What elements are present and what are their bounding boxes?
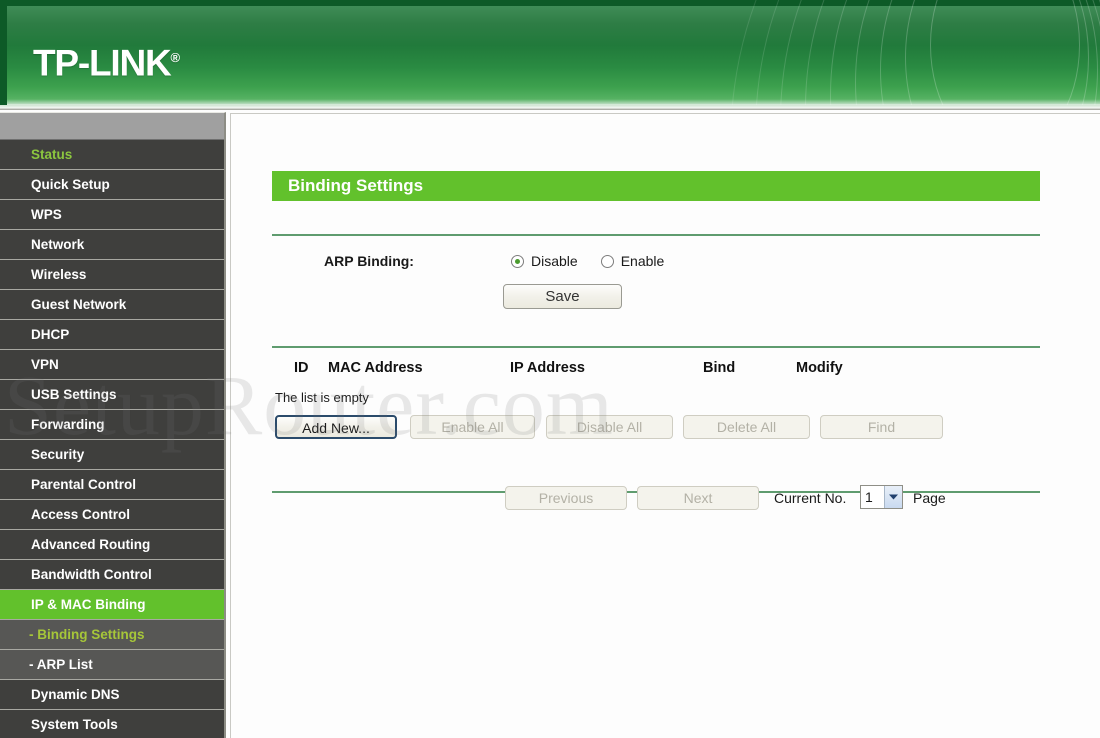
- column-header-mac: MAC Address: [328, 360, 423, 376]
- find-button[interactable]: Find: [820, 415, 943, 439]
- column-header-id: ID: [294, 360, 309, 376]
- current-page-label: Current No.: [774, 490, 847, 506]
- sidebar-item-ip-mac-binding[interactable]: IP & MAC Binding: [0, 590, 224, 620]
- sidebar-item-bandwidth-control[interactable]: Bandwidth Control: [0, 560, 224, 590]
- column-header-modify: Modify: [796, 360, 843, 376]
- column-header-ip: IP Address: [510, 360, 585, 376]
- page-number-value: 1: [865, 489, 873, 505]
- radio-enable-label: Enable: [620, 253, 665, 269]
- add-new-button[interactable]: Add New...: [275, 415, 397, 439]
- sidebar-item-access-control[interactable]: Access Control: [0, 500, 224, 530]
- previous-page-button[interactable]: Previous: [505, 486, 627, 510]
- arp-binding-label: ARP Binding:: [324, 253, 414, 269]
- logo-text: TP-LINK: [33, 42, 172, 84]
- sidebar-item-quick-setup[interactable]: Quick Setup: [0, 170, 224, 200]
- sidebar-item-status[interactable]: Status: [0, 140, 224, 170]
- sidebar-item-wireless[interactable]: Wireless: [0, 260, 224, 290]
- enable-all-button[interactable]: Enable All: [410, 415, 535, 439]
- radio-disable[interactable]: [511, 254, 524, 268]
- sidebar-item-advanced-routing[interactable]: Advanced Routing: [0, 530, 224, 560]
- divider-middle: [272, 346, 1040, 348]
- empty-list-message: The list is empty: [275, 390, 369, 405]
- sidebar-item-security[interactable]: Security: [0, 440, 224, 470]
- sidebar-item-vpn[interactable]: VPN: [0, 350, 224, 380]
- page-title: Binding Settings: [272, 171, 1040, 201]
- page-number-select[interactable]: 1: [860, 485, 903, 509]
- arp-binding-radio-group: Disable Enable: [511, 253, 664, 269]
- header-bottom-divider: [0, 105, 1100, 110]
- sidebar-item-dhcp[interactable]: DHCP: [0, 320, 224, 350]
- sidebar-item-binding-settings[interactable]: - Binding Settings: [0, 620, 224, 650]
- sidebar-top-bar: [0, 113, 224, 140]
- sidebar-nav: Status Quick Setup WPS Network Wireless Guest…: [0, 112, 226, 738]
- tp-link-logo: TP-LINK®: [33, 38, 180, 83]
- sidebar-item-usb-settings[interactable]: USB Settings: [0, 380, 224, 410]
- sidebar-item-parental-control[interactable]: Parental Control: [0, 470, 224, 500]
- disable-all-button[interactable]: Disable All: [546, 415, 673, 439]
- column-header-bind: Bind: [703, 360, 736, 376]
- divider-top: [272, 234, 1040, 236]
- sidebar-item-wps[interactable]: WPS: [0, 200, 224, 230]
- sidebar-item-network[interactable]: Network: [0, 230, 224, 260]
- header-swoosh-decoration: [720, 0, 1100, 110]
- delete-all-button[interactable]: Delete All: [683, 415, 810, 439]
- sidebar-item-forwarding[interactable]: Forwarding: [0, 410, 224, 440]
- sidebar-item-dynamic-dns[interactable]: Dynamic DNS: [0, 680, 224, 710]
- radio-disable-label: Disable: [531, 253, 578, 269]
- save-button[interactable]: Save: [503, 284, 622, 309]
- registered-trademark-icon: ®: [170, 50, 181, 65]
- radio-enable[interactable]: [600, 254, 614, 268]
- page-header: TP-LINK®: [0, 0, 1100, 110]
- router-admin-page: TP-LINK® Status Quick Setup WPS Network Wire…: [0, 0, 1100, 738]
- next-page-button[interactable]: Next: [637, 486, 759, 510]
- sidebar-item-system-tools[interactable]: System Tools: [0, 710, 224, 738]
- chevron-down-icon[interactable]: [884, 486, 902, 508]
- sidebar-item-guest-network[interactable]: Guest Network: [0, 290, 224, 320]
- sidebar-item-list: Status Quick Setup WPS Network Wireless Guest…: [0, 140, 224, 738]
- page-word-label: Page: [913, 490, 946, 506]
- sidebar-item-arp-list[interactable]: - ARP List: [0, 650, 224, 680]
- main-content-panel: Binding Settings ARP Binding: Disable En…: [230, 113, 1100, 738]
